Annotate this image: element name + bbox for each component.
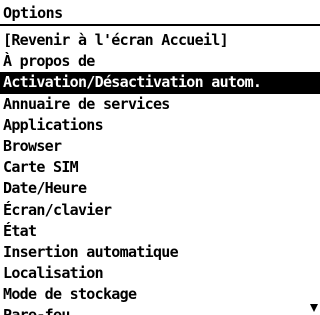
menu-item-carte-sim[interactable]: Carte SIM (0, 157, 320, 178)
scroll-down-arrow-icon[interactable] (310, 304, 318, 312)
screen-title: Options (0, 0, 320, 26)
menu-item-a-propos[interactable]: À propos de (0, 51, 320, 72)
options-menu-list: [Revenir à l'écran Accueil] À propos de … (0, 30, 320, 315)
menu-item-etat[interactable]: État (0, 221, 320, 242)
menu-item-revenir-accueil[interactable]: [Revenir à l'écran Accueil] (0, 30, 320, 51)
menu-item-annuaire-services[interactable]: Annuaire de services (0, 94, 320, 115)
menu-item-mode-stockage[interactable]: Mode de stockage (0, 284, 320, 305)
menu-item-browser[interactable]: Browser (0, 136, 320, 157)
menu-item-date-heure[interactable]: Date/Heure (0, 178, 320, 199)
options-screen: Options [Revenir à l'écran Accueil] À pr… (0, 0, 320, 315)
menu-item-applications[interactable]: Applications (0, 115, 320, 136)
menu-item-ecran-clavier[interactable]: Écran/clavier (0, 200, 320, 221)
menu-item-activation-desactivation[interactable]: Activation/Désactivation autom. (0, 72, 320, 94)
menu-item-pare-feu[interactable]: Pare-feu (0, 305, 320, 315)
menu-item-insertion-automatique[interactable]: Insertion automatique (0, 242, 320, 263)
menu-item-localisation[interactable]: Localisation (0, 263, 320, 284)
